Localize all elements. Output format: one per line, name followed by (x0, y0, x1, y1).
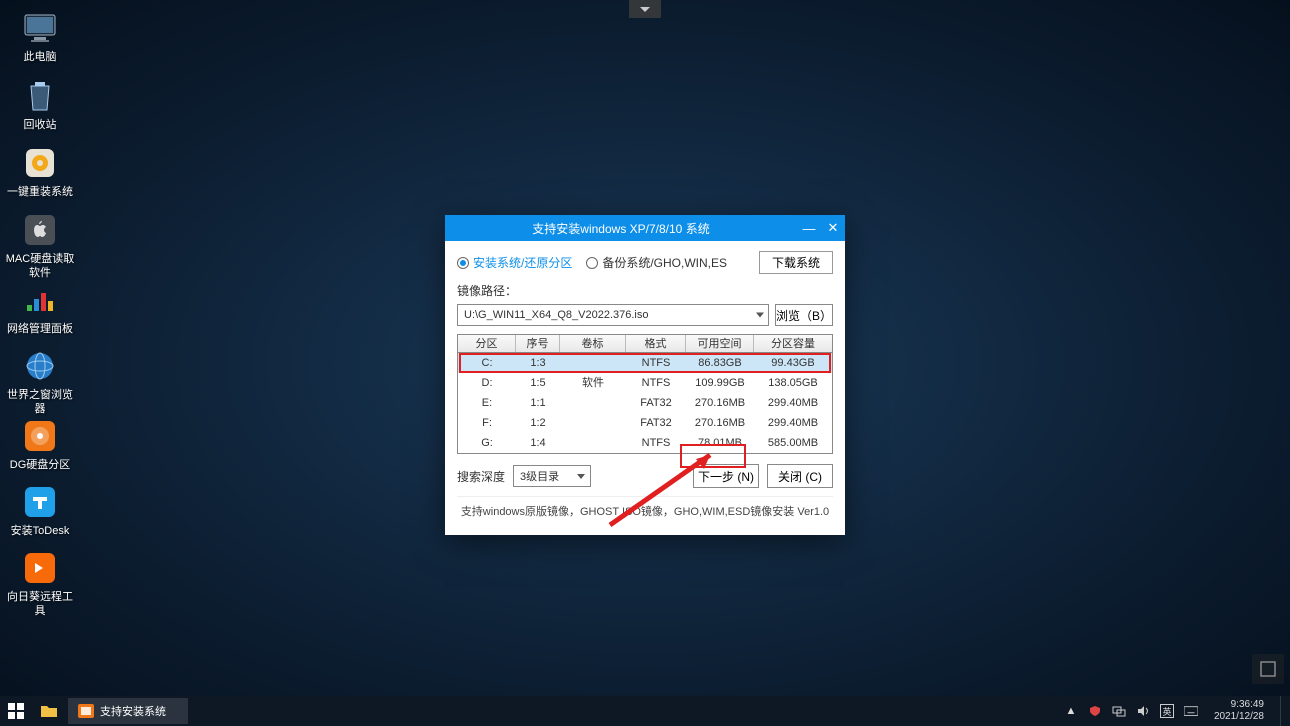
taskbar-file-explorer[interactable] (32, 696, 66, 726)
radio-label: 安装系统/还原分区 (473, 254, 572, 271)
tray-shield-icon[interactable] (1088, 704, 1102, 718)
download-system-button[interactable]: 下载系统 (759, 251, 833, 274)
desktop-icon-netpanel[interactable]: 网络管理面板 (5, 282, 75, 336)
dialog-footer: 支持windows原版镜像，GHOST ISO镜像，GHO,WIM,ESD镜像安… (457, 496, 833, 529)
radio-dot-icon (586, 257, 598, 269)
next-button[interactable]: 下一步 (N) (693, 464, 759, 488)
table-row[interactable]: D:1:5软件NTFS109.99GB138.05GB (458, 373, 832, 393)
tray-up-icon[interactable]: ▲ (1064, 704, 1078, 718)
browse-button[interactable]: 浏览（B） (775, 304, 833, 326)
gear-badge-icon (22, 145, 58, 181)
apple-icon (22, 212, 58, 248)
col-format: 格式 (626, 335, 686, 352)
radio-backup[interactable]: 备份系统/GHO,WIN,ES (586, 254, 727, 271)
radio-install[interactable]: 安装系统/还原分区 (457, 254, 572, 271)
taskbar-app-installer[interactable]: 支持安装系统 (68, 698, 188, 724)
desktop-icon-label: 网络管理面板 (5, 322, 75, 336)
table-row[interactable]: E:1:1FAT32270.16MB299.40MB (458, 393, 832, 413)
taskbar: 支持安装系统 ▲ 英 9:36:49 2021/12/28 (0, 696, 1290, 726)
desktop-icon-label: 安装ToDesk (5, 524, 75, 538)
desktop-icon-reinstall[interactable]: 一键重装系统 (5, 145, 75, 199)
start-button[interactable] (0, 696, 32, 726)
desktop-icon-todesk[interactable]: 安装ToDesk (5, 484, 75, 538)
dialog-titlebar[interactable]: 支持安装windows XP/7/8/10 系统 — ✕ (445, 215, 845, 241)
col-index: 序号 (516, 335, 560, 352)
partition-table: 分区 序号 卷标 格式 可用空间 分区容量 C:1:3NTFS86.83GB99… (457, 334, 833, 454)
tray-datetime[interactable]: 9:36:49 2021/12/28 (1208, 699, 1270, 723)
search-depth-combo[interactable]: 3级目录 (513, 465, 591, 487)
todesk-icon (22, 484, 58, 520)
app-icon (78, 704, 94, 718)
taskbar-app-label: 支持安装系统 (100, 703, 166, 719)
recyclebin-icon (22, 78, 58, 114)
top-dropdown-handle[interactable] (629, 0, 661, 18)
show-desktop-button[interactable] (1280, 696, 1286, 726)
image-path-value: U:\G_WIN11_X64_Q8_V2022.376.iso (464, 309, 648, 321)
disk-partition-icon (22, 418, 58, 454)
desktop-icon-label: 向日葵远程工具 (5, 590, 75, 618)
desktop-icon-label: DG硬盘分区 (5, 458, 75, 472)
globe-icon (22, 348, 58, 384)
chart-icon (22, 282, 58, 318)
tray-keyboard-icon[interactable] (1184, 704, 1198, 718)
tray-ime-icon[interactable]: 英 (1160, 704, 1174, 718)
image-path-combo[interactable]: U:\G_WIN11_X64_Q8_V2022.376.iso (457, 304, 769, 326)
desktop-icon-browser[interactable]: 世界之窗浏览器 (5, 348, 75, 416)
tray-network-icon[interactable] (1112, 704, 1126, 718)
tray-volume-icon[interactable] (1136, 704, 1150, 718)
radio-dot-icon (457, 257, 469, 269)
col-label: 卷标 (560, 335, 626, 352)
table-row[interactable]: F:1:2FAT32270.16MB299.40MB (458, 413, 832, 433)
desktop-icon-label: 此电脑 (5, 50, 75, 64)
desktop-icon-macdisk[interactable]: MAC硬盘读取软件 (5, 212, 75, 280)
sunlogin-icon (22, 550, 58, 586)
table-row[interactable]: G:1:4NTFS78.01MB585.00MB (458, 433, 832, 453)
image-path-label: 镜像路径： (457, 282, 833, 299)
dialog-title: 支持安装windows XP/7/8/10 系统 (445, 220, 797, 237)
desktop-icon-label: 世界之窗浏览器 (5, 388, 75, 416)
desktop-icon-label: 一键重装系统 (5, 185, 75, 199)
minimize-button[interactable]: — (797, 215, 821, 241)
computer-icon (22, 10, 58, 46)
chevron-down-icon (756, 313, 764, 318)
col-free: 可用空间 (686, 335, 754, 352)
desktop-icon-sunlogin[interactable]: 向日葵远程工具 (5, 550, 75, 618)
radio-label: 备份系统/GHO,WIN,ES (602, 254, 727, 271)
desktop-icon-label: MAC硬盘读取软件 (5, 252, 75, 280)
notification-popup[interactable] (1252, 654, 1284, 684)
col-capacity: 分区容量 (754, 335, 832, 352)
system-tray: ▲ 英 9:36:49 2021/12/28 (1064, 696, 1290, 726)
table-row[interactable]: C:1:3NTFS86.83GB99.43GB (458, 353, 832, 373)
desktop-icon-recyclebin[interactable]: 回收站 (5, 78, 75, 132)
desktop-icon-dgdisk[interactable]: DG硬盘分区 (5, 418, 75, 472)
col-partition: 分区 (458, 335, 516, 352)
desktop-icon-label: 回收站 (5, 118, 75, 132)
table-header: 分区 序号 卷标 格式 可用空间 分区容量 (458, 335, 832, 353)
install-dialog: 支持安装windows XP/7/8/10 系统 — ✕ 安装系统/还原分区 备… (445, 215, 845, 535)
desktop-icon-thispc[interactable]: 此电脑 (5, 10, 75, 64)
close-icon[interactable]: ✕ (821, 215, 845, 241)
search-depth-label: 搜索深度 (457, 468, 505, 485)
close-button[interactable]: 关闭 (C) (767, 464, 833, 488)
